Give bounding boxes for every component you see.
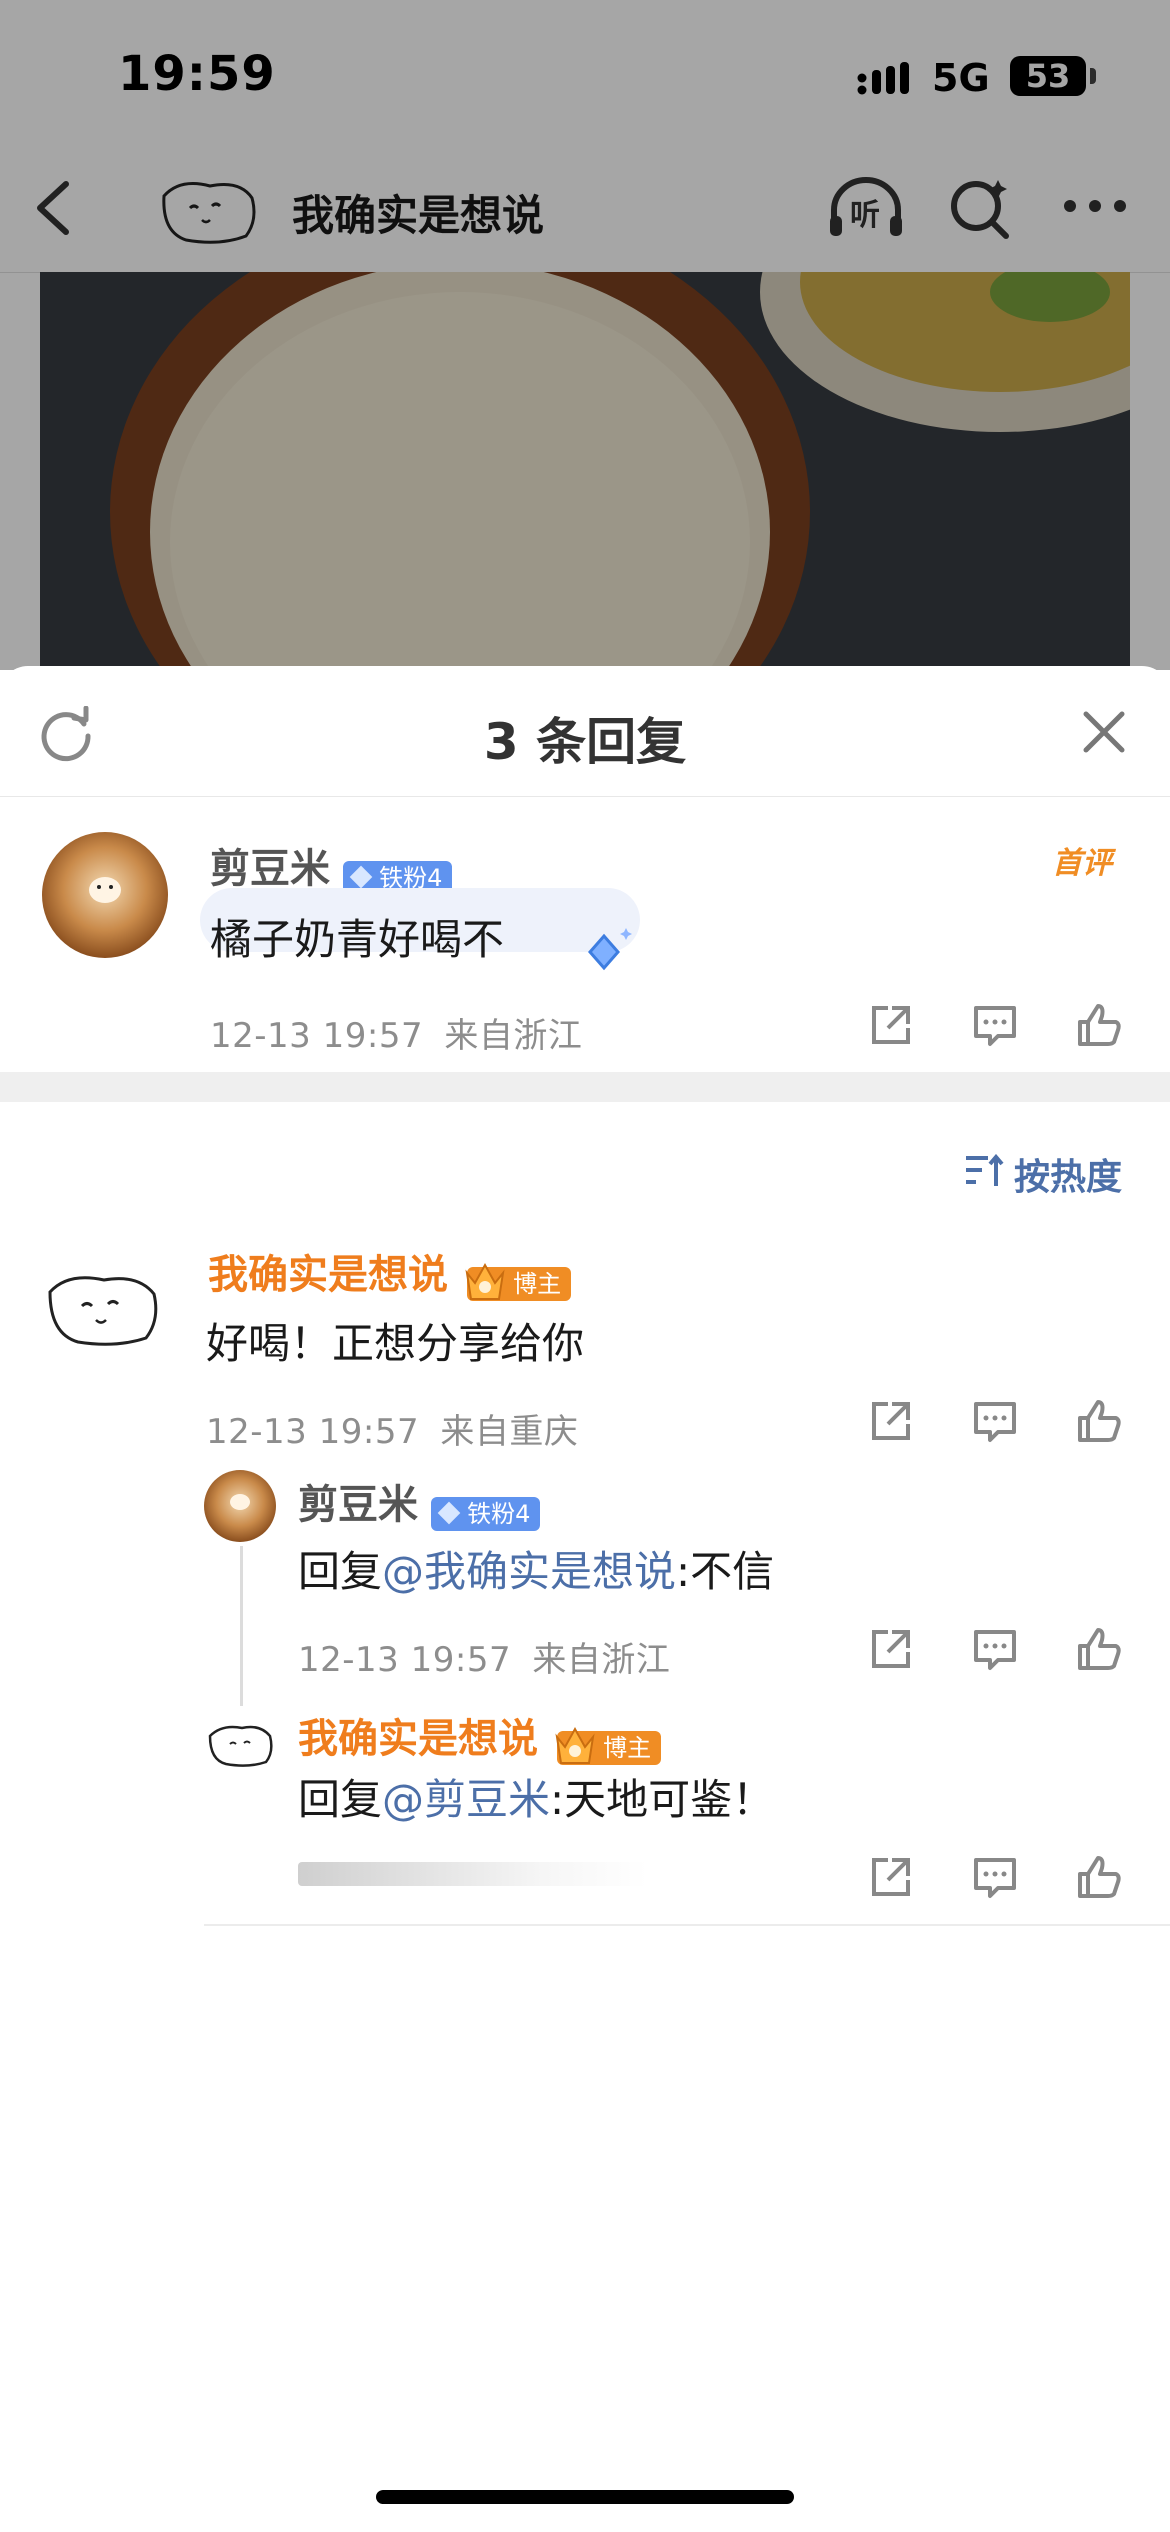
- comment-icon[interactable]: [970, 1000, 1020, 1050]
- thread-line: [240, 1546, 243, 1706]
- reply1-meta: 12-13 19:57 来自重庆: [206, 1404, 578, 1453]
- first-review-tag: 首评: [1052, 846, 1112, 881]
- owner-badge[interactable]: 博主: [555, 1726, 662, 1765]
- crown-icon: [555, 1726, 595, 1764]
- main-comment-header: 剪豆米 铁粉4: [210, 836, 453, 895]
- reply3-prefix: 回复: [298, 1775, 383, 1824]
- reply2-meta: 12-13 19:57 来自浙江: [298, 1632, 670, 1681]
- comment-icon[interactable]: [970, 1624, 1020, 1674]
- reply2-time: 12-13 19:57: [298, 1640, 512, 1680]
- reply2-location: 来自浙江: [532, 1640, 671, 1680]
- home-indicator[interactable]: [376, 2490, 794, 2504]
- sort-button[interactable]: 按热度: [964, 1148, 1122, 1200]
- reply2-author[interactable]: 剪豆米: [298, 1482, 418, 1528]
- reply2-header: 剪豆米 铁粉4: [298, 1472, 541, 1531]
- meta-placeholder: [298, 1862, 648, 1886]
- crown-icon: [465, 1262, 505, 1300]
- share-icon[interactable]: [866, 1000, 916, 1050]
- reply1-header: 我确实是想说 博主: [208, 1242, 572, 1301]
- like-icon[interactable]: [1074, 1000, 1124, 1050]
- reply1-text: 好喝！正想分享给你: [206, 1319, 585, 1368]
- sort-icon: [966, 1154, 1004, 1186]
- reply3-author[interactable]: 我确实是想说: [298, 1716, 538, 1762]
- hamster-avatar-icon: [42, 832, 168, 958]
- section-separator: [0, 1072, 1170, 1102]
- comment-icon[interactable]: [970, 1852, 1020, 1902]
- like-icon[interactable]: [1074, 1396, 1124, 1446]
- thread-end-divider: [204, 1924, 1170, 1926]
- dim-overlay[interactable]: [0, 0, 1170, 670]
- header-divider: [0, 796, 1170, 797]
- reply3-mention[interactable]: @剪豆米: [382, 1775, 550, 1824]
- main-comment-meta: 12-13 19:57 来自浙江: [210, 1008, 582, 1057]
- nested-commenter-avatar[interactable]: [204, 1470, 276, 1542]
- owner-badge-label: 博主: [603, 1733, 652, 1762]
- main-comment-time: 12-13 19:57: [210, 1016, 424, 1056]
- close-icon[interactable]: [1082, 710, 1126, 754]
- reply3-body: :天地可鉴！: [550, 1775, 775, 1824]
- share-icon[interactable]: [866, 1852, 916, 1902]
- nested-owner-avatar[interactable]: [204, 1706, 276, 1778]
- sort-label: 按热度: [1014, 1157, 1123, 1198]
- reply3-header: 我确实是想说 博主: [298, 1706, 662, 1765]
- background-page: 19:59 5G 53 我确实是想说 听: [0, 0, 1170, 670]
- main-comment-text: 橘子奶青好喝不: [210, 915, 505, 964]
- share-icon[interactable]: [866, 1396, 916, 1446]
- reply2-body: :不信: [676, 1547, 775, 1596]
- fan-badge[interactable]: 铁粉4: [431, 1496, 541, 1531]
- reply1-author[interactable]: 我确实是想说: [208, 1252, 448, 1298]
- main-comment-author[interactable]: 剪豆米: [210, 846, 330, 892]
- pillow-avatar-icon: [204, 1706, 276, 1778]
- pillow-avatar-icon: [38, 1240, 166, 1368]
- diamond-decoration-icon: [588, 928, 632, 971]
- owner-badge-label: 博主: [513, 1269, 562, 1298]
- comment-icon[interactable]: [970, 1396, 1020, 1446]
- main-comment-location: 来自浙江: [444, 1016, 583, 1056]
- reply2-prefix: 回复: [298, 1547, 383, 1596]
- reply1-time: 12-13 19:57: [206, 1412, 420, 1452]
- like-icon[interactable]: [1074, 1624, 1124, 1674]
- owner-avatar[interactable]: [38, 1240, 166, 1368]
- hamster-avatar-icon: [204, 1470, 276, 1542]
- reply2-text: 回复@我确实是想说:不信: [298, 1538, 774, 1599]
- share-icon[interactable]: [866, 1624, 916, 1674]
- reply1-location: 来自重庆: [440, 1412, 579, 1452]
- owner-badge[interactable]: 博主: [465, 1262, 572, 1301]
- commenter-avatar[interactable]: [42, 832, 168, 958]
- like-icon[interactable]: [1074, 1852, 1124, 1902]
- replies-sheet: 3 条回复 剪豆米 铁粉4 首评 橘子奶青好喝不 12-13 19:57 来自浙…: [0, 666, 1170, 2532]
- reply2-mention[interactable]: @我确实是想说: [382, 1547, 676, 1596]
- sheet-title: 3 条回复: [483, 713, 687, 771]
- reply3-text: 回复@剪豆米:天地可鉴！: [298, 1766, 774, 1827]
